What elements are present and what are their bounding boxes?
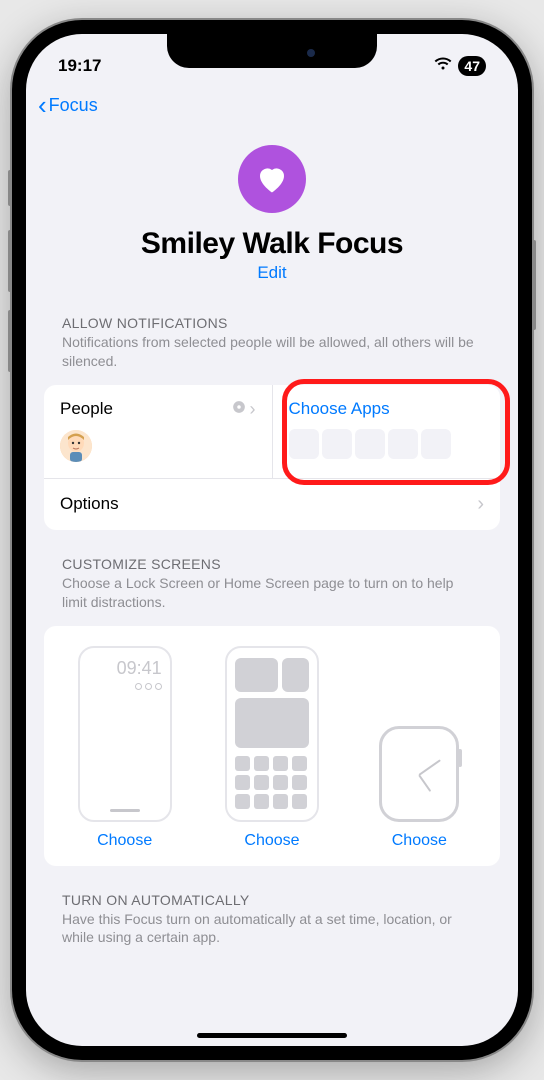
heart-icon xyxy=(238,145,306,213)
focus-header: Smiley Walk Focus Edit xyxy=(26,125,518,313)
mute-switch xyxy=(8,170,12,206)
back-label: Focus xyxy=(49,95,98,116)
wifi-icon xyxy=(434,56,452,76)
notifications-card: People › xyxy=(44,385,500,530)
customize-section-desc: Choose a Lock Screen or Home Screen page… xyxy=(62,574,482,612)
auto-section-header: TURN ON AUTOMATICALLY Have this Focus tu… xyxy=(44,892,500,952)
watch-preview xyxy=(379,726,459,822)
app-placeholders xyxy=(289,429,485,459)
focus-title: Smiley Walk Focus xyxy=(26,227,518,261)
notifications-section-desc: Notifications from selected people will … xyxy=(62,333,482,371)
power-button xyxy=(532,240,536,330)
customize-section-header: CUSTOMIZE SCREENS Choose a Lock Screen o… xyxy=(44,556,500,616)
back-button[interactable]: ‹ Focus xyxy=(38,92,98,118)
lock-screen-option[interactable]: 09:41 Choose xyxy=(56,646,193,850)
lock-screen-time: 09:41 xyxy=(88,658,162,679)
avatar xyxy=(60,430,92,462)
choose-home-button[interactable]: Choose xyxy=(203,832,340,850)
customize-screens-card: 09:41 Choose xyxy=(44,626,500,866)
customize-section-title: CUSTOMIZE SCREENS xyxy=(62,556,482,572)
lock-screen-preview: 09:41 xyxy=(78,646,172,822)
gear-icon xyxy=(232,400,246,418)
chevron-right-icon: › xyxy=(250,399,256,420)
home-screen-preview xyxy=(225,646,319,822)
screen: 19:17 47 ‹ Focus Smiley Walk Focus Edit xyxy=(26,34,518,1046)
notifications-section-title: ALLOW NOTIFICATIONS xyxy=(62,315,482,331)
back-chevron-icon: ‹ xyxy=(38,92,47,118)
chevron-right-icon: › xyxy=(477,493,484,516)
watch-option[interactable]: Choose xyxy=(351,646,488,850)
choose-lock-button[interactable]: Choose xyxy=(56,832,193,850)
home-indicator[interactable] xyxy=(197,1033,347,1038)
notch xyxy=(167,34,377,68)
volume-down-button xyxy=(8,310,12,372)
auto-section-title: TURN ON AUTOMATICALLY xyxy=(62,892,482,908)
volume-up-button xyxy=(8,230,12,292)
nav-bar: ‹ Focus xyxy=(26,82,518,125)
status-right: 47 xyxy=(434,56,486,76)
choose-watch-button[interactable]: Choose xyxy=(351,832,488,850)
options-button[interactable]: Options › xyxy=(44,479,500,530)
people-label: People xyxy=(60,399,113,419)
auto-section-desc: Have this Focus turn on automatically at… xyxy=(62,910,482,948)
choose-apps-label: Choose Apps xyxy=(289,399,485,419)
edit-button[interactable]: Edit xyxy=(257,263,286,283)
people-button[interactable]: People › xyxy=(44,385,273,478)
choose-apps-button[interactable]: Choose Apps xyxy=(273,385,501,478)
home-screen-option[interactable]: Choose xyxy=(203,646,340,850)
phone-frame: 19:17 47 ‹ Focus Smiley Walk Focus Edit xyxy=(12,20,532,1060)
options-label: Options xyxy=(60,494,119,514)
status-time: 19:17 xyxy=(58,56,101,76)
battery-icon: 47 xyxy=(458,56,486,76)
notifications-section-header: ALLOW NOTIFICATIONS Notifications from s… xyxy=(44,315,500,375)
